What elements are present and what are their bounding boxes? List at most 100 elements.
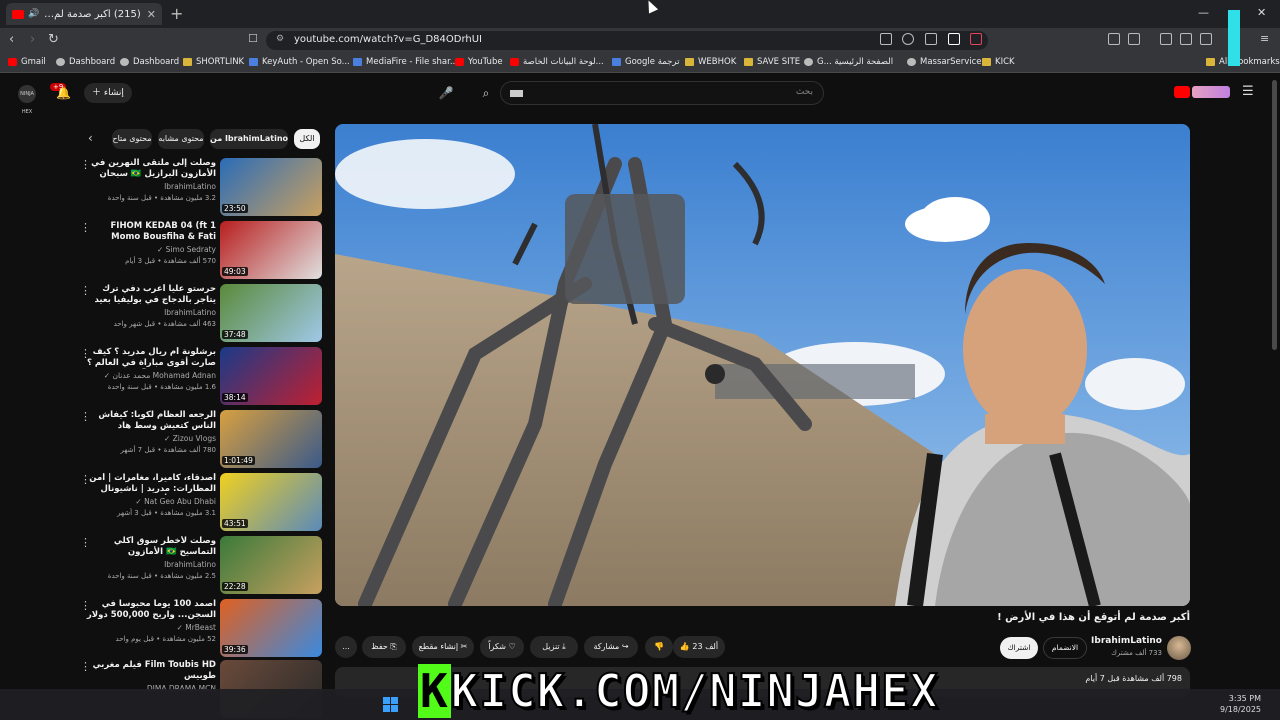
video-title[interactable]: الرجعه العظام لكوبا: كيفاش الناس كتعيش و…	[86, 410, 216, 432]
more-options-icon[interactable]: ⋮	[80, 473, 91, 486]
thanks-button[interactable]: شكراً ♡	[480, 636, 524, 658]
bookmark-gmail[interactable]: Gmail	[8, 57, 46, 67]
more-options-icon[interactable]: ⋮	[80, 536, 91, 549]
video-thumbnail[interactable]: 49:03	[220, 221, 322, 279]
video-title[interactable]: حرستو عليا أعرب دفي ترك يتاجر بالدجاج في…	[86, 284, 216, 306]
bookmark-mediafire[interactable]: MediaFire - File shar...	[353, 57, 458, 67]
channel-name[interactable]: Simo Sedraty ✓	[157, 245, 216, 254]
video-thumbnail[interactable]: 39:36	[220, 599, 322, 657]
chip-available[interactable]: محتوى متاح	[112, 129, 152, 149]
wallet-icon[interactable]	[1128, 33, 1140, 45]
search-icon[interactable]: ⌕	[474, 81, 498, 105]
bookmark-webhok[interactable]: WEBHOK	[685, 57, 736, 67]
related-video-item[interactable]: 22:28 وصلت لأخطر سوق أكلي التماسيح 🇧🇷 الأ…	[80, 536, 322, 594]
bookmark-youtube[interactable]: YouTube	[455, 57, 503, 67]
bookmark-shortlink[interactable]: SHORTLINK	[183, 57, 244, 67]
close-window-icon[interactable]: ✕	[1257, 6, 1266, 19]
bell-icon[interactable]: 🔔	[56, 86, 71, 100]
more-options-icon[interactable]: ⋮	[80, 158, 91, 171]
video-title[interactable]: أصدقاء، كاميرا، مغامرات | أمن المطارات: …	[86, 473, 216, 495]
bookmark-translate[interactable]: Google ترجمة	[612, 57, 679, 67]
bookmark-page-icon[interactable]: ☐	[248, 32, 258, 45]
related-video-item[interactable]: 23:50 وصلت إلى ملتقى النهرين في الأمازون …	[80, 158, 322, 216]
video-thumbnail[interactable]: 43:51	[220, 473, 322, 531]
bookmark-save-site[interactable]: SAVE SITE	[744, 57, 800, 67]
related-video-item[interactable]: 1:01:49 الرجعه العظام لكوبا: كيفاش الناس …	[80, 410, 322, 468]
download-button[interactable]: تنزيل ⤓	[530, 636, 578, 658]
cast-icon[interactable]	[880, 33, 892, 45]
bookmark-dashboard-1[interactable]: Dashboard	[56, 57, 115, 67]
video-thumbnail[interactable]: 22:28	[220, 536, 322, 594]
taskbar-clock[interactable]: 3:35 PM 9/18/2025	[1220, 693, 1261, 715]
page-scrollbar[interactable]	[1272, 80, 1277, 350]
youtube-doodle-icon[interactable]	[1192, 86, 1230, 98]
related-video-item[interactable]: 38:14 برشلونة أم ريال مدريد ؟ كيف صارت أق…	[80, 347, 322, 405]
clip-button[interactable]: إنشاء مقطع ✂	[412, 636, 474, 658]
related-video-item[interactable]: 43:51 أصدقاء، كاميرا، مغامرات | أمن المطا…	[80, 473, 322, 531]
chip-from-channel[interactable]: من IbrahimLatino	[210, 129, 288, 149]
video-thumbnail[interactable]: 1:01:49	[220, 410, 322, 468]
share-icon[interactable]	[925, 33, 937, 45]
join-button[interactable]: الانضمام	[1043, 637, 1087, 659]
channel-name[interactable]: IbrahimLatino	[164, 308, 216, 317]
save-button[interactable]: حفظ ⎘	[362, 636, 406, 658]
microphone-icon[interactable]: 🎤	[436, 81, 456, 105]
subscribe-button[interactable]: اشتراك	[1000, 637, 1038, 659]
video-title[interactable]: وصلت إلى ملتقى النهرين في الأمازون البرا…	[86, 158, 216, 180]
alert-icon[interactable]	[970, 33, 982, 45]
new-tab-icon[interactable]: +	[170, 4, 183, 23]
tab-search-icon[interactable]	[1200, 33, 1212, 45]
zoom-icon[interactable]	[902, 33, 914, 45]
related-video-item[interactable]: Film Toubis HD فيلم مغربي طوبيسDIMA DRAM…	[80, 660, 322, 718]
more-actions-button[interactable]: ...	[335, 636, 357, 658]
more-options-icon[interactable]: ⋮	[80, 660, 91, 673]
bookmark-dashboard-2[interactable]: Dashboard	[120, 57, 179, 67]
channel-avatar[interactable]	[1167, 636, 1191, 660]
channel-name[interactable]: Mohamad Adnan محمد عدنان ✓	[104, 371, 216, 380]
bookmark-all[interactable]: All Bookmarks	[1206, 57, 1280, 67]
channel-name[interactable]: MrBeast ✓	[177, 623, 216, 632]
video-thumbnail[interactable]: 23:50	[220, 158, 322, 216]
related-video-item[interactable]: 49:03 1 FIHOM KEDAB 04 (ft Momo Bousfiha …	[80, 221, 322, 279]
channel-name[interactable]: IbrahimLatino	[164, 560, 216, 569]
browser-menu-icon[interactable]: ≡	[1260, 32, 1269, 45]
bookmark-keyauth[interactable]: KeyAuth - Open So...	[249, 57, 350, 67]
search-input[interactable]: بحث	[500, 81, 824, 105]
chevron-left-icon[interactable]: ‹	[88, 131, 93, 145]
channel-name[interactable]: Zizou Vlogs ✓	[164, 434, 216, 443]
minimize-icon[interactable]: —	[1198, 6, 1209, 19]
media-icon[interactable]	[1160, 33, 1172, 45]
windows-start-icon[interactable]	[383, 697, 398, 712]
more-options-icon[interactable]: ⋮	[80, 410, 91, 423]
video-thumbnail[interactable]: 38:14	[220, 347, 322, 405]
bookmark-yt-dashboard[interactable]: لوحة البيانات الخاصة...	[510, 57, 604, 67]
youtube-logo-icon[interactable]	[1174, 86, 1190, 98]
bookmark-massarservice[interactable]: MassarService	[907, 57, 982, 67]
back-icon[interactable]: ‹	[9, 32, 14, 47]
more-options-icon[interactable]: ⋮	[80, 347, 91, 360]
create-button[interactable]: ＋ إنشاء	[84, 83, 132, 103]
dislike-button[interactable]: 👎	[645, 636, 673, 658]
bookmark-google-home[interactable]: G... الصفحة الرئيسية	[804, 57, 893, 67]
related-video-item[interactable]: 39:36 اصمد 100 يوماً محبوساً في السجن... …	[80, 599, 322, 657]
video-title[interactable]: اصمد 100 يوماً محبوساً في السجن... واربح…	[86, 599, 216, 621]
mute-icon[interactable]: 🔊	[28, 9, 39, 19]
extensions-icon[interactable]	[1108, 33, 1120, 45]
chip-similar[interactable]: محتوى مشابه	[158, 129, 204, 149]
like-button[interactable]: 👍 23 ألف	[673, 636, 725, 658]
video-player[interactable]	[335, 124, 1190, 606]
related-video-item[interactable]: 37:48 حرستو عليا أعرب دفي ترك يتاجر بالدج…	[80, 284, 322, 342]
bookmark-kick[interactable]: KICK	[982, 57, 1015, 67]
menu-icon[interactable]: ☰	[1242, 84, 1254, 99]
more-options-icon[interactable]: ⋮	[80, 284, 91, 297]
avatar[interactable]: NINJA HEX	[18, 85, 36, 115]
more-options-icon[interactable]: ⋮	[80, 221, 91, 234]
video-title[interactable]: وصلت لأخطر سوق أكلي التماسيح 🇧🇷 الأمازون	[86, 536, 216, 558]
video-thumbnail[interactable]: 37:48	[220, 284, 322, 342]
video-title[interactable]: برشلونة أم ريال مدريد ؟ كيف صارت أقوى مب…	[86, 347, 216, 369]
more-options-icon[interactable]: ⋮	[80, 599, 91, 612]
video-title[interactable]: 1 FIHOM KEDAB 04 (ft Momo Bousfiha & Fat…	[86, 221, 216, 243]
chip-all[interactable]: الكل	[294, 129, 320, 149]
browser-tab[interactable]: 🔊 (215) أكبر صدمة لم أتوقع أن... ✕	[6, 3, 162, 25]
reload-icon[interactable]: ↻	[48, 32, 59, 47]
